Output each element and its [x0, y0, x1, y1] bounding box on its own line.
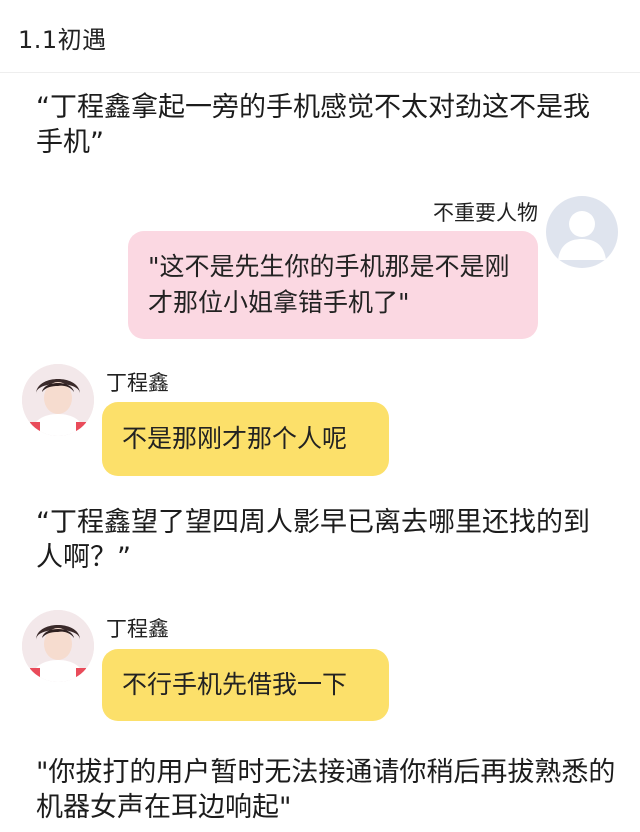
message-bubble: 不行手机先借我一下	[102, 649, 389, 721]
sender-name: 丁程鑫	[106, 371, 169, 395]
sender-name: 不重要人物	[433, 201, 538, 225]
avatar[interactable]	[22, 610, 94, 682]
message-bubble: 不是那刚才那个人呢	[102, 402, 389, 476]
narration-text: “丁程鑫拿起一旁的手机感觉不太对劲这不是我手机”	[36, 92, 590, 158]
top-bar: 1.1初遇	[0, 0, 640, 73]
narration-text: “丁程鑫望了望四周人影早已离去哪里还找的到人啊？”	[36, 507, 590, 573]
avatar[interactable]	[22, 364, 94, 436]
default-user-avatar-icon[interactable]	[546, 196, 618, 268]
message-bubble: "这不是先生你的手机那是不是刚才那位小姐拿错手机了"	[128, 231, 538, 339]
narration-text: "你拔打的用户暂时无法接通请你稍后再拔熟悉的机器女声在耳边响起"	[36, 757, 616, 823]
chapter-title: 1.1初遇	[18, 26, 107, 54]
sender-name: 丁程鑫	[106, 617, 169, 641]
